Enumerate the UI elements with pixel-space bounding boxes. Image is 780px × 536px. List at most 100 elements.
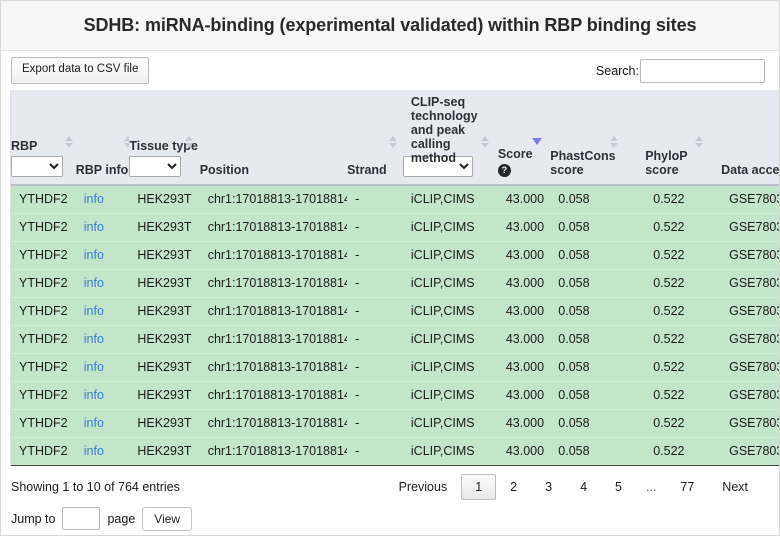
rbp-info-link[interactable]: info [84,248,104,262]
filter-select-rbp[interactable] [11,156,63,177]
table-row: YTHDF2 info HEK293T chr1:17018813-17018814-… [11,380,779,409]
pagination-page-1[interactable]: 1 [461,473,497,500]
search-input[interactable] [640,58,765,83]
pagination-next[interactable]: Next [708,474,753,500]
cell-strand: - [347,296,403,325]
rbp-info-link[interactable]: info [84,192,104,206]
cell-position: chr1:17018813-17018814 [199,268,348,297]
cell-info[interactable]: info [75,185,130,213]
cell-rbp: YTHDF2 [11,296,76,325]
table-scroll-container[interactable]: RBP RBP info Tissue type Position Strand… [10,90,779,466]
pagination-page-2[interactable]: 2 [496,474,531,500]
pagination-page-3[interactable]: 3 [531,474,566,500]
help-icon[interactable]: ? [497,164,511,177]
jump-to-page-area: Jump to page View [1,498,779,531]
cell-info[interactable]: info [75,436,130,466]
cell-position: chr1:17018813-17018814 [199,352,348,381]
cell-score: 43.000 [497,185,551,213]
rbp-info-link[interactable]: info [84,444,104,458]
column-label-rbp-info: RBP info [75,163,129,177]
column-label-data-accession: Data accession [721,163,779,177]
column-header-rbp[interactable]: RBP [11,90,76,186]
cell-strand: - [347,324,403,353]
cell-accession: GSE78030,GSM2 [721,268,779,297]
column-header-score[interactable]: Score ? [497,90,551,186]
header-row: RBP RBP info Tissue type Position Strand… [11,90,779,186]
rbp-info-link[interactable]: info [84,304,104,318]
cell-score: 43.000 [497,296,551,325]
cell-strand: - [347,408,403,437]
sort-arrows-clipseq-method[interactable] [480,136,490,150]
showing-entries-text: Showing 1 to 10 of 764 entries [11,479,180,494]
rbp-info-link[interactable]: info [84,388,104,402]
column-header-phylop-score[interactable]: PhyloP score [645,90,722,186]
rbp-info-link[interactable]: info [84,220,104,234]
filter-select-tissue-type[interactable] [129,156,182,177]
rbp-info-link[interactable]: info [84,276,104,290]
cell-rbp: YTHDF2 [11,436,76,466]
column-label-phylop-score: PhyloP score [645,149,688,177]
cell-info[interactable]: info [75,408,130,437]
cell-phylop: 0.522 [645,212,722,241]
cell-rbp: YTHDF2 [11,324,76,353]
pagination-page-77[interactable]: 77 [666,474,708,500]
cell-phastcons: 0.058 [550,185,646,213]
cell-phylop: 0.522 [645,296,722,325]
cell-phylop: 0.522 [645,268,722,297]
cell-position: chr1:17018813-17018814 [199,296,348,325]
cell-accession: GSE78030,GSM2 [721,296,779,325]
view-button[interactable]: View [142,506,193,531]
cell-phastcons: 0.058 [550,268,646,297]
sort-arrows-tissue-type[interactable] [185,136,194,150]
cell-info[interactable]: info [75,268,130,297]
cell-clip: iCLIP,CIMS [402,185,498,213]
cell-phastcons: 0.058 [550,324,646,353]
table-row: YTHDF2 info HEK293T chr1:17018813-17018814-… [11,212,779,241]
cell-rbp: YTHDF2 [11,240,76,269]
cell-strand: - [347,352,403,381]
cell-phastcons: 0.058 [550,352,646,381]
column-header-data-accession[interactable]: Data accession [721,90,779,186]
pagination-previous[interactable]: Previous [394,474,462,500]
cell-info[interactable]: info [75,240,130,269]
jump-to-page-input[interactable] [62,507,101,530]
pagination-page-4[interactable]: 4 [566,474,601,500]
column-header-rbp-info[interactable]: RBP info [75,90,132,186]
cell-phylop: 0.522 [645,380,722,409]
pagination-page-5[interactable]: 5 [601,474,636,500]
page-container: SDHB: miRNA-binding (experimental valida… [0,0,780,536]
cell-rbp: YTHDF2 [11,185,76,213]
sort-arrows-rbp[interactable] [65,136,74,150]
sort-arrows-strand[interactable] [389,136,398,150]
sort-arrows-phylop-score[interactable] [695,136,704,150]
cell-info[interactable]: info [75,324,130,353]
cell-info[interactable]: info [75,380,130,409]
export-csv-button[interactable]: Export data to CSV file [11,57,150,84]
table-body: YTHDF2 info HEK293T chr1:17018813-17018814-… [11,185,779,466]
table-row: YTHDF2 info HEK293T chr1:17018813-17018814-… [11,268,779,297]
cell-strand: - [347,212,403,241]
cell-info[interactable]: info [75,212,130,241]
rbp-info-link[interactable]: info [84,360,104,374]
cell-position: chr1:17018813-17018814 [199,212,348,241]
cell-info[interactable]: info [75,352,130,381]
cell-clip: iCLIP,CIMS [402,240,498,269]
sort-arrows-phastcons-score[interactable] [610,136,619,150]
column-header-strand[interactable]: Strand [347,90,403,186]
cell-score: 43.000 [497,240,551,269]
cell-info[interactable]: info [75,296,130,325]
column-header-position[interactable]: Position [199,90,348,186]
column-header-clipseq-method[interactable]: CLIP-seq technology and peak calling met… [402,90,498,186]
column-header-tissue-type[interactable]: Tissue type [129,90,200,186]
cell-clip: iCLIP,CIMS [402,212,498,241]
search-label: Search: [595,63,639,78]
rbp-info-link[interactable]: info [84,416,104,430]
column-header-phastcons-score[interactable]: PhastCons score [550,90,646,186]
table-row: YTHDF2 info HEK293T chr1:17018813-17018814-… [11,408,779,437]
cell-phylop: 0.522 [645,240,722,269]
cell-phylop: 0.522 [645,408,722,437]
cell-strand: - [347,380,403,409]
sort-arrows-score[interactable] [531,136,542,150]
table-row: YTHDF2 info HEK293T chr1:17018813-17018814-… [11,324,779,353]
rbp-info-link[interactable]: info [84,332,104,346]
